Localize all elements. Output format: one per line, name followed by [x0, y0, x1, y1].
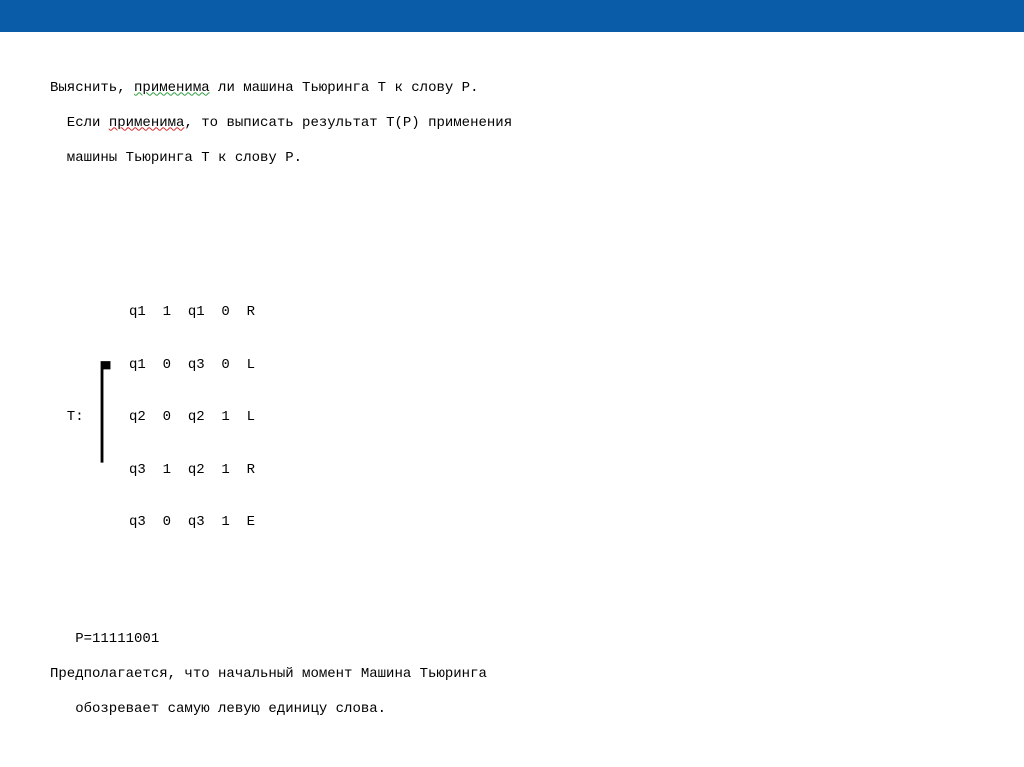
p-value: Р=11111001	[50, 631, 984, 649]
intro-line-1: Выяснить, применима ли машина Тьюринга Т…	[50, 80, 984, 98]
text: Выяснить,	[50, 80, 134, 96]
assume-line-1: Предполагается, что начальный момент Маш…	[50, 666, 984, 684]
text: , то выписать результат Т(Р) применения	[184, 115, 512, 131]
program-row: q1 0 q3 0 L	[129, 357, 255, 375]
program-row: q3 0 q3 1 E	[129, 514, 255, 532]
bracket-icon: ⎡	[98, 380, 115, 456]
text: ли машина Тьюринга Т к слову Р.	[210, 80, 479, 96]
text: Если	[50, 115, 109, 131]
program-table: Т: ⎡ q1 1 q1 0 R q1 0 q3 0 L q2 0 q2 1 L…	[50, 269, 984, 567]
document-body: Выяснить, применима ли машина Тьюринга Т…	[0, 32, 1024, 767]
program-row: q3 1 q2 1 R	[129, 462, 255, 480]
spellcheck-word: применима	[134, 80, 210, 96]
intro-line-3: машины Тьюринга Т к слову Р.	[50, 150, 984, 168]
program-row: q2 0 q2 1 L	[129, 409, 255, 427]
assume-line-2: обозревает самую левую единицу слова.	[50, 701, 984, 719]
program-label: Т:	[50, 409, 98, 427]
program-rows: q1 1 q1 0 R q1 0 q3 0 L q2 0 q2 1 L q3 1…	[129, 269, 255, 567]
program-row: q1 1 q1 0 R	[129, 304, 255, 322]
intro-line-2: Если применима, то выписать результат Т(…	[50, 115, 984, 133]
header-bar	[0, 0, 1024, 32]
spellcheck-word: применима	[109, 115, 185, 131]
